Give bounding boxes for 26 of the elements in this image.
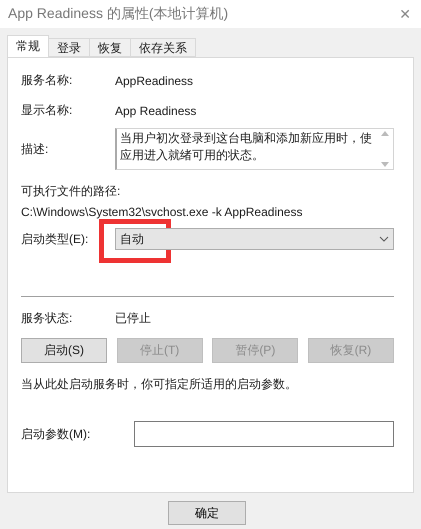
hint-text: 当从此处启动服务时，你可指定所适用的启动参数。 xyxy=(21,376,298,393)
scroll-down-icon xyxy=(381,162,389,167)
field-label: 服务状态: xyxy=(21,310,74,327)
chevron-icon xyxy=(379,236,389,242)
scroll-up-icon xyxy=(381,131,389,136)
field-value: App Readiness xyxy=(115,104,198,118)
window-title: App Readiness 的属性(本地计算机) xyxy=(8,5,228,23)
field-value: AppReadiness xyxy=(115,74,194,88)
tab[interactable]: 常规 xyxy=(7,35,49,57)
field-label: 可执行文件的路径: xyxy=(21,183,122,200)
close-button[interactable]: ✕ xyxy=(399,6,411,22)
field-label: 显示名称: xyxy=(21,102,74,119)
field-label: 启动类型(E): xyxy=(21,230,90,248)
tab[interactable]: 登录 xyxy=(48,38,90,57)
description-box: 当用户初次登录到这台电脑和添加新应用时，使应用进入就绪可用的状态。 xyxy=(115,128,394,170)
tab[interactable]: 依存关系 xyxy=(130,38,196,57)
field-label: 描述: xyxy=(21,140,50,158)
service-button[interactable]: 启动(S) xyxy=(21,338,107,363)
startup-type-dropdown[interactable]: 自动 xyxy=(115,228,394,250)
start-parameters-field[interactable] xyxy=(134,421,394,447)
tab[interactable]: 恢复 xyxy=(89,38,131,57)
field-value: 已停止 xyxy=(115,310,152,327)
path-text: C:\Windows\System32\svchost.exe -k AppReadiness xyxy=(21,205,304,219)
ok-button[interactable]: 确定 xyxy=(168,501,246,525)
field-label: 服务名称: xyxy=(21,72,74,89)
field-label: 启动参数(M): xyxy=(21,426,92,442)
